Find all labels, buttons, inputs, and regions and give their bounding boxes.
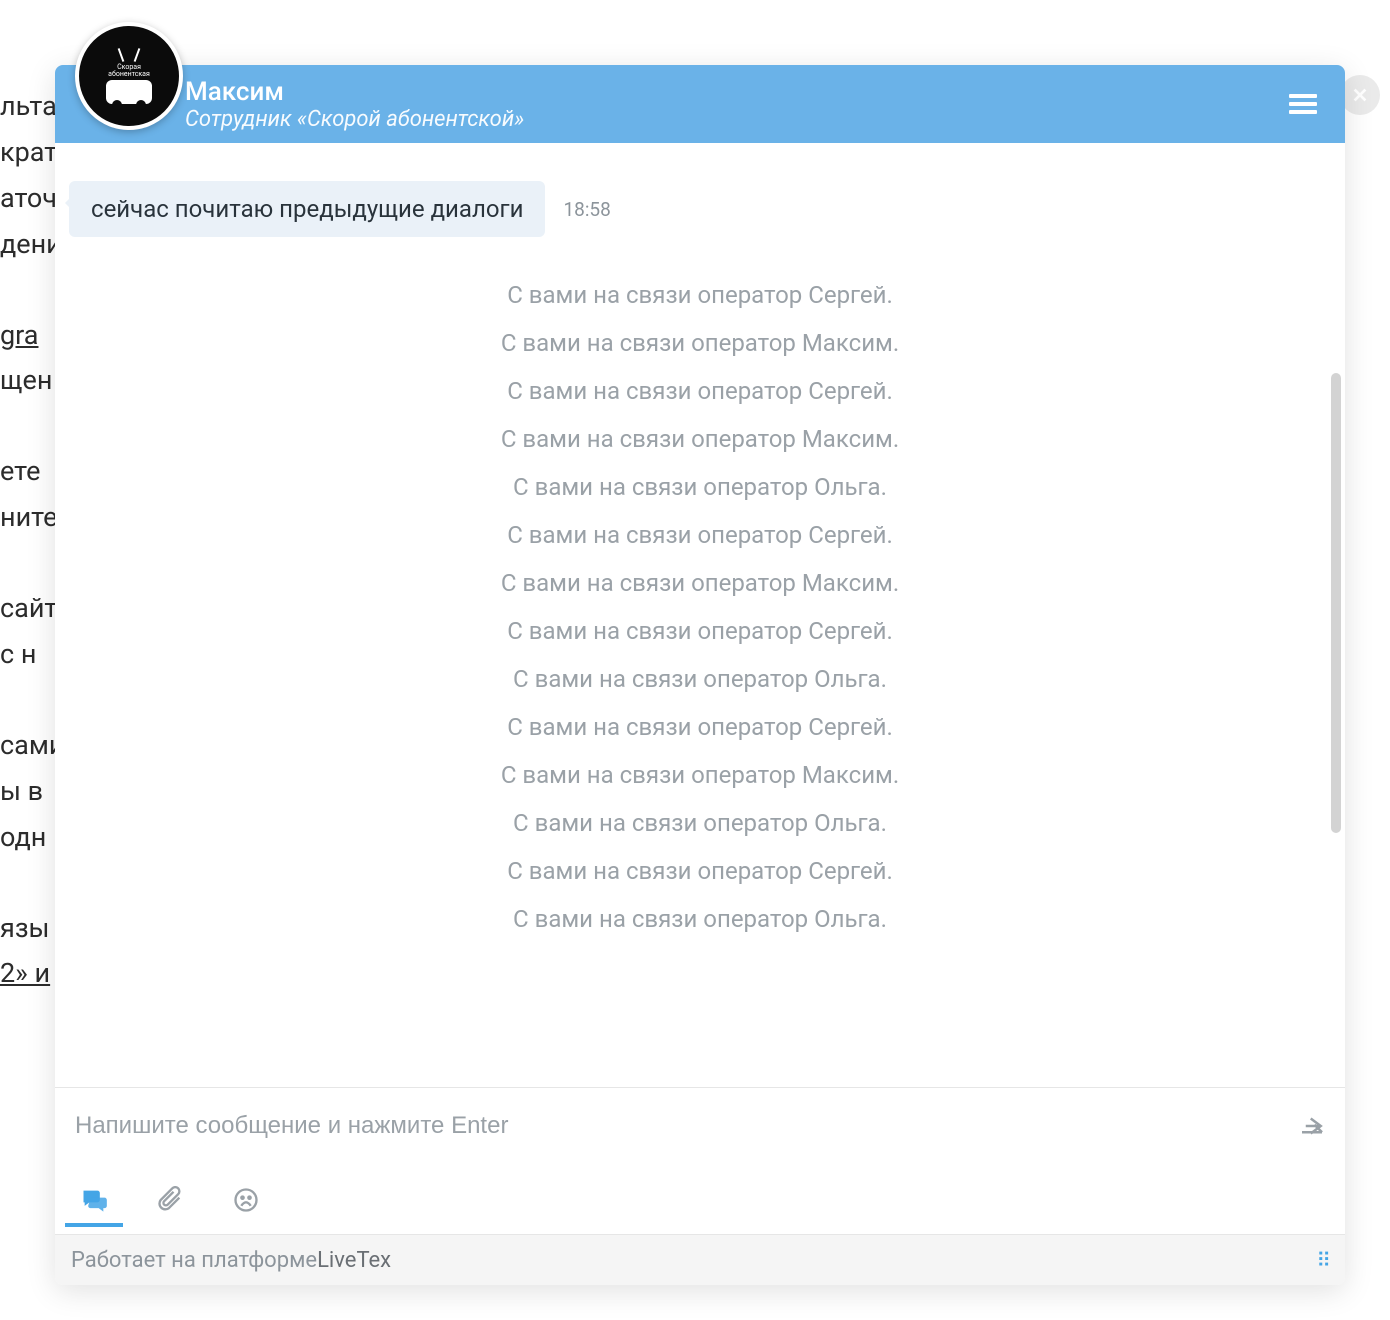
bg-text-line: дени <box>0 222 60 268</box>
system-messages: С вами на связи оператор Сергей. С вами н… <box>55 255 1345 933</box>
system-message: С вами на связи оператор Максим. <box>55 761 1345 789</box>
system-message: С вами на связи оператор Ольга. <box>55 473 1345 501</box>
bg-text-line: ы в <box>0 769 60 815</box>
system-message: С вами на связи оператор Максим. <box>55 569 1345 597</box>
message-input[interactable] <box>73 1111 1297 1141</box>
system-message: С вами на связи оператор Максим. <box>55 329 1345 357</box>
background-article-text: льтакрататочдени graщен ете ните сайт с н са… <box>0 0 60 1320</box>
input-area <box>55 1087 1345 1164</box>
chat-widget: Максим Сотрудник «Скорой абонентской» се… <box>55 65 1345 1285</box>
chat-body[interactable]: сейчас почитаю предыдущие диалоги 18:58 … <box>55 143 1345 1087</box>
incoming-message-row: сейчас почитаю предыдущие диалоги 18:58 <box>69 181 1331 237</box>
bg-text-line: ните <box>0 495 60 541</box>
bg-text-line: сами <box>0 723 60 769</box>
bg-text-line: gra <box>0 313 60 359</box>
bg-text-line <box>0 404 60 449</box>
attach-button[interactable] <box>155 1185 185 1215</box>
bg-text-line <box>0 268 60 313</box>
bg-text-line: льта <box>0 84 60 130</box>
operator-avatar: Скораяабонентская <box>75 22 183 130</box>
bg-text-line <box>0 541 60 586</box>
bg-text-line: сайт <box>0 586 60 632</box>
send-icon[interactable] <box>1297 1111 1327 1141</box>
bg-text-line <box>0 861 60 906</box>
chat-header: Максим Сотрудник «Скорой абонентской» <box>55 65 1345 143</box>
system-message: С вами на связи оператор Сергей. <box>55 857 1345 885</box>
scrollbar-thumb[interactable] <box>1331 373 1341 833</box>
bg-text-line: аточ <box>0 176 60 222</box>
bg-text-line: с н <box>0 632 60 678</box>
system-message: С вами на связи оператор Сергей. <box>55 281 1345 309</box>
system-message: С вами на связи оператор Сергей. <box>55 521 1345 549</box>
operator-name: Максим <box>185 77 524 107</box>
system-message: С вами на связи оператор Ольга. <box>55 665 1345 693</box>
system-message: С вами на связи оператор Ольга. <box>55 905 1345 933</box>
bg-text-line: крат <box>0 130 60 176</box>
chat-icon <box>80 1186 108 1214</box>
rate-button[interactable] <box>231 1185 261 1215</box>
sad-face-icon <box>232 1186 260 1214</box>
operator-role: Сотрудник «Скорой абонентской» <box>185 107 524 132</box>
powered-by-label: Работает на платформе <box>71 1248 317 1273</box>
bg-text-line: ете <box>0 449 60 495</box>
resize-grip-icon[interactable]: ⠿ <box>1316 1248 1329 1272</box>
platform-brand[interactable]: LiveTex <box>317 1248 391 1273</box>
bg-text-line: язы <box>0 906 60 952</box>
system-message: С вами на связи оператор Максим. <box>55 425 1345 453</box>
chat-footer: Работает на платформе LiveTex ⠿ <box>55 1234 1345 1285</box>
chat-tab-button[interactable] <box>79 1185 109 1215</box>
system-message: С вами на связи оператор Сергей. <box>55 377 1345 405</box>
paperclip-icon <box>156 1186 184 1214</box>
bg-text-line <box>0 678 60 723</box>
message-time: 18:58 <box>563 198 610 221</box>
bg-text-line: щен <box>0 358 60 404</box>
bg-text-line: одн <box>0 815 60 861</box>
system-message: С вами на связи оператор Сергей. <box>55 713 1345 741</box>
system-message: С вами на связи оператор Сергей. <box>55 617 1345 645</box>
message-bubble: сейчас почитаю предыдущие диалоги <box>69 181 545 237</box>
close-icon <box>1351 86 1369 104</box>
bg-text-line: 2» и <box>0 951 60 997</box>
toolbar <box>55 1164 1345 1234</box>
close-button[interactable] <box>1340 75 1380 115</box>
menu-button[interactable] <box>1281 82 1325 126</box>
system-message: С вами на связи оператор Ольга. <box>55 809 1345 837</box>
